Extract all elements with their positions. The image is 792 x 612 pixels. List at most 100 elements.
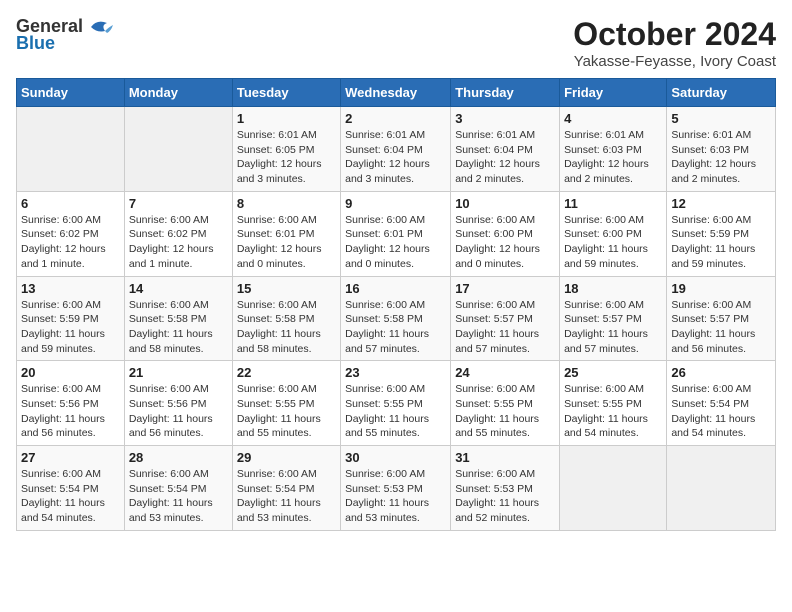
day-number: 5 (671, 111, 771, 126)
week-row-5: 27 Sunrise: 6:00 AM Sunset: 5:54 PM Dayli… (17, 446, 776, 531)
day-number: 29 (237, 450, 336, 465)
day-info: Sunrise: 6:00 AM Sunset: 5:55 PM Dayligh… (455, 382, 555, 441)
day-cell: 29 Sunrise: 6:00 AM Sunset: 5:54 PM Dayli… (232, 446, 340, 531)
day-number: 13 (21, 281, 120, 296)
day-cell: 9 Sunrise: 6:00 AM Sunset: 6:01 PM Daylig… (341, 191, 451, 276)
calendar-body: 1 Sunrise: 6:01 AM Sunset: 6:05 PM Daylig… (17, 107, 776, 531)
day-number: 7 (129, 196, 228, 211)
day-info: Sunrise: 6:01 AM Sunset: 6:04 PM Dayligh… (455, 128, 555, 187)
day-of-week-wednesday: Wednesday (341, 79, 451, 107)
logo: General Blue (16, 16, 115, 54)
month-title: October 2024 (573, 16, 776, 53)
day-info: Sunrise: 6:01 AM Sunset: 6:03 PM Dayligh… (564, 128, 662, 187)
day-number: 26 (671, 365, 771, 380)
days-of-week-row: SundayMondayTuesdayWednesdayThursdayFrid… (17, 79, 776, 107)
day-number: 30 (345, 450, 446, 465)
day-cell: 4 Sunrise: 6:01 AM Sunset: 6:03 PM Daylig… (560, 107, 667, 192)
day-number: 18 (564, 281, 662, 296)
day-info: Sunrise: 6:00 AM Sunset: 5:58 PM Dayligh… (345, 298, 446, 357)
day-info: Sunrise: 6:00 AM Sunset: 6:00 PM Dayligh… (564, 213, 662, 272)
day-info: Sunrise: 6:01 AM Sunset: 6:05 PM Dayligh… (237, 128, 336, 187)
day-info: Sunrise: 6:00 AM Sunset: 5:53 PM Dayligh… (455, 467, 555, 526)
day-number: 20 (21, 365, 120, 380)
day-number: 24 (455, 365, 555, 380)
day-cell: 26 Sunrise: 6:00 AM Sunset: 5:54 PM Dayli… (667, 361, 776, 446)
day-cell: 24 Sunrise: 6:00 AM Sunset: 5:55 PM Dayli… (451, 361, 560, 446)
day-info: Sunrise: 6:00 AM Sunset: 6:01 PM Dayligh… (345, 213, 446, 272)
day-cell: 6 Sunrise: 6:00 AM Sunset: 6:02 PM Daylig… (17, 191, 125, 276)
day-cell: 2 Sunrise: 6:01 AM Sunset: 6:04 PM Daylig… (341, 107, 451, 192)
week-row-4: 20 Sunrise: 6:00 AM Sunset: 5:56 PM Dayli… (17, 361, 776, 446)
day-info: Sunrise: 6:00 AM Sunset: 5:54 PM Dayligh… (21, 467, 120, 526)
day-cell: 20 Sunrise: 6:00 AM Sunset: 5:56 PM Dayli… (17, 361, 125, 446)
day-cell: 19 Sunrise: 6:00 AM Sunset: 5:57 PM Dayli… (667, 276, 776, 361)
calendar-table: SundayMondayTuesdayWednesdayThursdayFrid… (16, 78, 776, 531)
day-cell: 15Sunrise: 6:00 AM Sunset: 5:58 PM Dayli… (232, 276, 340, 361)
day-info: Sunrise: 6:00 AM Sunset: 6:02 PM Dayligh… (21, 213, 120, 272)
day-number: 23 (345, 365, 446, 380)
day-number: 10 (455, 196, 555, 211)
day-cell: 13 Sunrise: 6:00 AM Sunset: 5:59 PM Dayli… (17, 276, 125, 361)
day-cell: 7 Sunrise: 6:00 AM Sunset: 6:02 PM Daylig… (124, 191, 232, 276)
day-info: Sunrise: 6:00 AM Sunset: 5:59 PM Dayligh… (21, 298, 120, 357)
day-number: 28 (129, 450, 228, 465)
week-row-2: 6 Sunrise: 6:00 AM Sunset: 6:02 PM Daylig… (17, 191, 776, 276)
day-of-week-saturday: Saturday (667, 79, 776, 107)
day-info: Sunrise: 6:00 AM Sunset: 5:54 PM Dayligh… (237, 467, 336, 526)
day-number: 19 (671, 281, 771, 296)
location: Yakasse-Feyasse, Ivory Coast (573, 53, 776, 70)
day-cell (560, 446, 667, 531)
day-info: Sunrise: 6:00 AM Sunset: 5:56 PM Dayligh… (21, 382, 120, 441)
calendar-header: SundayMondayTuesdayWednesdayThursdayFrid… (17, 79, 776, 107)
day-cell (17, 107, 125, 192)
day-info: Sunrise: 6:00 AM Sunset: 6:02 PM Dayligh… (129, 213, 228, 272)
day-number: 8 (237, 196, 336, 211)
day-number: 25 (564, 365, 662, 380)
day-of-week-friday: Friday (560, 79, 667, 107)
day-info: Sunrise: 6:00 AM Sunset: 5:57 PM Dayligh… (564, 298, 662, 357)
day-cell: 27 Sunrise: 6:00 AM Sunset: 5:54 PM Dayli… (17, 446, 125, 531)
day-number: 2 (345, 111, 446, 126)
day-cell: 10 Sunrise: 6:00 AM Sunset: 6:00 PM Dayli… (451, 191, 560, 276)
day-of-week-sunday: Sunday (17, 79, 125, 107)
day-info: Sunrise: 6:01 AM Sunset: 6:03 PM Dayligh… (671, 128, 771, 187)
day-number: 9 (345, 196, 446, 211)
day-cell (124, 107, 232, 192)
day-cell: 30Sunrise: 6:00 AM Sunset: 5:53 PM Dayli… (341, 446, 451, 531)
day-info: Sunrise: 6:00 AM Sunset: 6:00 PM Dayligh… (455, 213, 555, 272)
day-info: Sunrise: 6:00 AM Sunset: 6:01 PM Dayligh… (237, 213, 336, 272)
day-number: 1 (237, 111, 336, 126)
day-cell: 25 Sunrise: 6:00 AM Sunset: 5:55 PM Dayli… (560, 361, 667, 446)
day-cell: 11 Sunrise: 6:00 AM Sunset: 6:00 PM Dayli… (560, 191, 667, 276)
day-cell: 8 Sunrise: 6:00 AM Sunset: 6:01 PM Daylig… (232, 191, 340, 276)
logo-blue-text: Blue (16, 33, 55, 54)
day-info: Sunrise: 6:00 AM Sunset: 5:56 PM Dayligh… (129, 382, 228, 441)
day-cell: 5 Sunrise: 6:01 AM Sunset: 6:03 PM Daylig… (667, 107, 776, 192)
day-info: Sunrise: 6:00 AM Sunset: 5:59 PM Dayligh… (671, 213, 771, 272)
day-info: Sunrise: 6:00 AM Sunset: 5:55 PM Dayligh… (564, 382, 662, 441)
day-info: Sunrise: 6:00 AM Sunset: 5:54 PM Dayligh… (129, 467, 228, 526)
day-number: 17 (455, 281, 555, 296)
day-number: 11 (564, 196, 662, 211)
day-cell: 28 Sunrise: 6:00 AM Sunset: 5:54 PM Dayli… (124, 446, 232, 531)
week-row-1: 1 Sunrise: 6:01 AM Sunset: 6:05 PM Daylig… (17, 107, 776, 192)
day-info: Sunrise: 6:00 AM Sunset: 5:55 PM Dayligh… (345, 382, 446, 441)
day-number: 14 (129, 281, 228, 296)
day-of-week-thursday: Thursday (451, 79, 560, 107)
day-number: 27 (21, 450, 120, 465)
day-cell: 18 Sunrise: 6:00 AM Sunset: 5:57 PM Dayli… (560, 276, 667, 361)
day-info: Sunrise: 6:00 AM Sunset: 5:54 PM Dayligh… (671, 382, 771, 441)
day-info: Sunrise: 6:00 AM Sunset: 5:58 PM Dayligh… (237, 298, 336, 357)
day-number: 16 (345, 281, 446, 296)
day-number: 6 (21, 196, 120, 211)
day-cell (667, 446, 776, 531)
day-number: 4 (564, 111, 662, 126)
day-of-week-monday: Monday (124, 79, 232, 107)
day-cell: 12Sunrise: 6:00 AM Sunset: 5:59 PM Dayli… (667, 191, 776, 276)
day-info: Sunrise: 6:00 AM Sunset: 5:57 PM Dayligh… (671, 298, 771, 357)
day-info: Sunrise: 6:01 AM Sunset: 6:04 PM Dayligh… (345, 128, 446, 187)
day-cell: 14Sunrise: 6:00 AM Sunset: 5:58 PM Dayli… (124, 276, 232, 361)
day-number: 21 (129, 365, 228, 380)
week-row-3: 13 Sunrise: 6:00 AM Sunset: 5:59 PM Dayli… (17, 276, 776, 361)
day-cell: 21 Sunrise: 6:00 AM Sunset: 5:56 PM Dayli… (124, 361, 232, 446)
